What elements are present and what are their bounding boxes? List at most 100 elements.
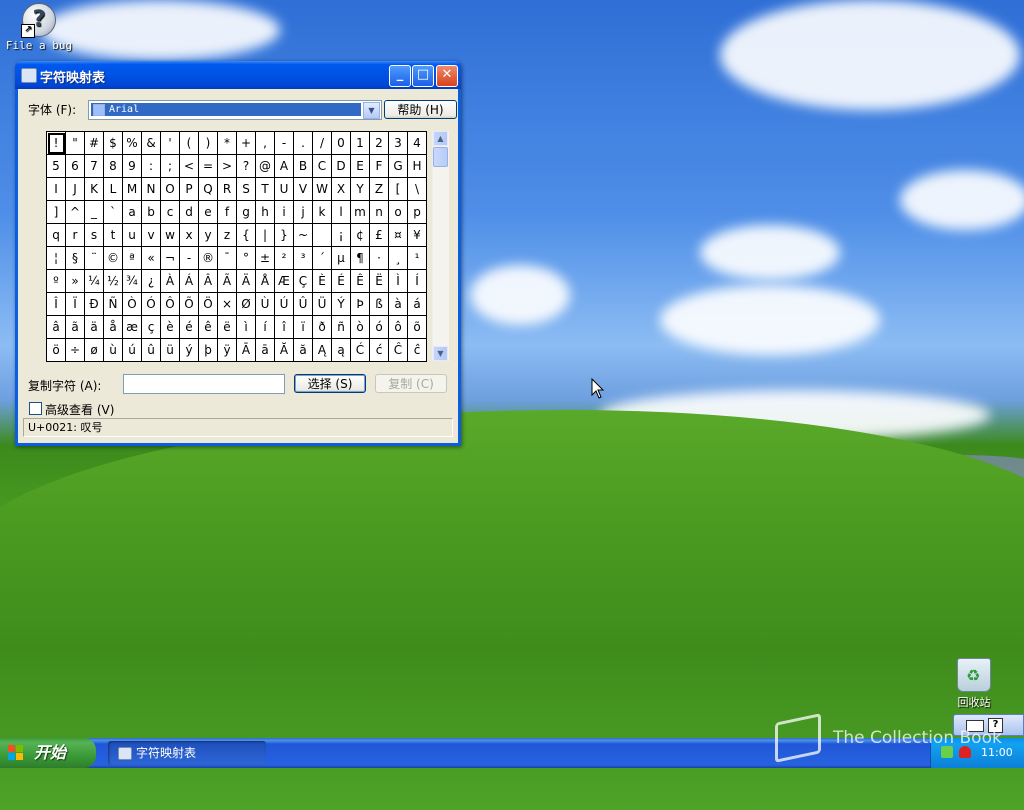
scroll-up-arrow-icon[interactable]: ▲ <box>433 131 448 146</box>
character-cell[interactable]: t <box>103 223 123 247</box>
character-cell[interactable]: ù <box>103 338 123 362</box>
character-cell[interactable]: ÿ <box>217 338 237 362</box>
character-cell[interactable]: W <box>312 177 332 201</box>
character-cell[interactable]: ¦ <box>46 246 66 270</box>
character-cell[interactable]: Û <box>293 292 313 316</box>
character-cell[interactable]: Ý <box>331 292 351 316</box>
character-cell[interactable]: $ <box>103 131 123 155</box>
character-cell[interactable]: © <box>103 246 123 270</box>
character-cell[interactable]: 4 <box>407 131 427 155</box>
character-cell[interactable]: b <box>141 200 161 224</box>
character-cell[interactable]: y <box>198 223 218 247</box>
character-cell[interactable]: [ <box>388 177 408 201</box>
character-cell[interactable]: ä <box>84 315 104 339</box>
character-cell[interactable]: s <box>84 223 104 247</box>
character-cell[interactable]: ¸ <box>388 246 408 270</box>
character-cell[interactable]: ñ <box>331 315 351 339</box>
character-cell[interactable]: ã <box>65 315 85 339</box>
character-cell[interactable]: ( <box>179 131 199 155</box>
scroll-down-arrow-icon[interactable]: ▼ <box>433 346 448 361</box>
character-cell[interactable]: Ò <box>122 292 142 316</box>
character-cell[interactable]: ð <box>312 315 332 339</box>
desktop-icon-recycle-bin[interactable]: ♻ 回收站 <box>938 658 1010 710</box>
character-cell[interactable]: æ <box>122 315 142 339</box>
character-cell[interactable]: # <box>84 131 104 155</box>
character-cell[interactable]: õ <box>407 315 427 339</box>
character-cell[interactable]: + <box>236 131 256 155</box>
character-cell[interactable]: ¾ <box>122 269 142 293</box>
character-cell[interactable]: û <box>141 338 161 362</box>
character-cell[interactable]: î <box>274 315 294 339</box>
maximize-button[interactable]: □ <box>412 65 434 87</box>
character-cell[interactable]: ! <box>46 131 66 155</box>
character-cell[interactable]: Z <box>369 177 389 201</box>
desktop-icon-file-a-bug[interactable]: ? ↗ File a bug <box>3 3 75 52</box>
character-cell[interactable]: Ą <box>312 338 332 362</box>
character-cell[interactable]: Ć <box>350 338 370 362</box>
character-cell[interactable]: D <box>331 154 351 178</box>
character-cell[interactable]: H <box>407 154 427 178</box>
character-cell[interactable]: k <box>312 200 332 224</box>
character-grid-scrollbar[interactable]: ▲ ▼ <box>432 131 449 361</box>
character-cell[interactable]: j <box>293 200 313 224</box>
character-cell[interactable]: ¬ <box>160 246 180 270</box>
character-cell[interactable]: ÷ <box>65 338 85 362</box>
character-cell[interactable]: } <box>274 223 294 247</box>
character-cell[interactable]: F <box>369 154 389 178</box>
character-cell[interactable]: Å <box>255 269 275 293</box>
character-cell[interactable]: ò <box>350 315 370 339</box>
character-cell[interactable]: ì <box>236 315 256 339</box>
character-cell[interactable]: Î <box>46 292 66 316</box>
character-cell[interactable]: < <box>179 154 199 178</box>
character-cell[interactable]: : <box>141 154 161 178</box>
character-cell[interactable]: ~ <box>293 223 313 247</box>
character-cell[interactable]: T <box>255 177 275 201</box>
character-cell[interactable]: Ă <box>274 338 294 362</box>
character-cell[interactable]: ö <box>46 338 66 362</box>
character-cell[interactable]: ý <box>179 338 199 362</box>
character-cell[interactable]: ê <box>198 315 218 339</box>
character-cell[interactable]: M <box>122 177 142 201</box>
character-cell[interactable]: ¹ <box>407 246 427 270</box>
copy-button[interactable]: 复制 (C) <box>375 374 447 393</box>
character-cell[interactable]: Ô <box>160 292 180 316</box>
character-cell[interactable]: Í <box>407 269 427 293</box>
character-cell[interactable]: ï <box>293 315 313 339</box>
character-cell[interactable]: C <box>312 154 332 178</box>
character-cell[interactable]: ć <box>369 338 389 362</box>
character-cell[interactable]: ĉ <box>407 338 427 362</box>
character-cell[interactable]: Ā <box>236 338 256 362</box>
chevron-down-icon[interactable]: ▼ <box>363 102 380 119</box>
character-cell[interactable]: Ì <box>388 269 408 293</box>
character-cell[interactable]: ¯ <box>217 246 237 270</box>
character-cell[interactable]: S <box>236 177 256 201</box>
character-cell[interactable]: ß <box>369 292 389 316</box>
character-cell[interactable]: Q <box>198 177 218 201</box>
character-cell[interactable]: ` <box>103 200 123 224</box>
character-cell[interactable]: ú <box>122 338 142 362</box>
character-cell[interactable]: g <box>236 200 256 224</box>
help-button[interactable]: 帮助 (H) <box>384 100 457 119</box>
character-cell[interactable]: Æ <box>274 269 294 293</box>
charmap-window[interactable]: 字符映射表 _ □ ✕ 字体 (F): Arial ▼ 帮助 (H) ! " # $%… <box>15 61 461 446</box>
character-cell[interactable]: ¿ <box>141 269 161 293</box>
character-cell[interactable]: à <box>388 292 408 316</box>
character-cell[interactable]: ± <box>255 246 275 270</box>
character-cell[interactable]: ă <box>293 338 313 362</box>
character-cell[interactable]: \ <box>407 177 427 201</box>
copy-characters-input[interactable] <box>123 374 285 394</box>
character-cell[interactable]: Á <box>179 269 199 293</box>
character-cell[interactable]: Ù <box>255 292 275 316</box>
character-cell[interactable]: v <box>141 223 161 247</box>
character-cell[interactable]: ¶ <box>350 246 370 270</box>
character-cell[interactable]: ü <box>160 338 180 362</box>
character-cell[interactable]: ? <box>236 154 256 178</box>
character-cell[interactable]: U <box>274 177 294 201</box>
character-cell[interactable]: x <box>179 223 199 247</box>
character-cell[interactable]: ā <box>255 338 275 362</box>
character-cell[interactable]: i <box>274 200 294 224</box>
select-button[interactable]: 选择 (S) <box>294 374 366 393</box>
character-cell[interactable]: q <box>46 223 66 247</box>
character-cell[interactable]: ç <box>141 315 161 339</box>
character-cell[interactable]: 0 <box>331 131 351 155</box>
